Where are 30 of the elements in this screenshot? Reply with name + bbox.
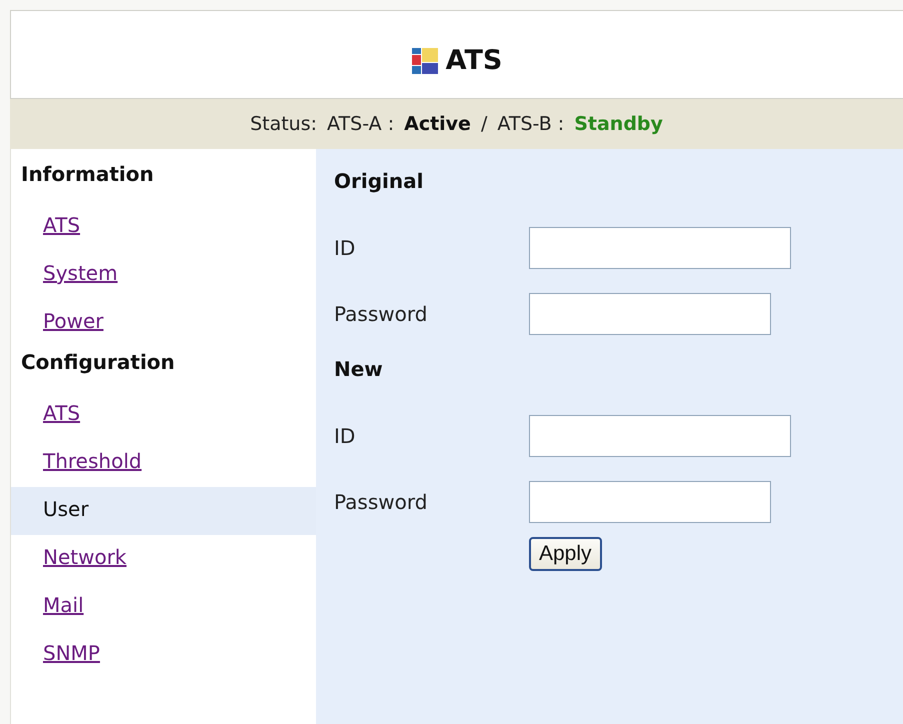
status-label: Status: (250, 113, 318, 135)
nav-link[interactable]: Network (11, 535, 316, 583)
section-heading: Configuration (20, 349, 176, 376)
field-label: Password (334, 490, 428, 514)
nav-link[interactable]: Threshold (11, 439, 316, 487)
nav-link[interactable]: User (11, 487, 316, 535)
unit-name: ATS-A : (327, 113, 394, 135)
unit-state: Active (404, 113, 471, 135)
logo-icon (412, 48, 438, 74)
section-heading: Information (20, 161, 155, 188)
input-field[interactable] (529, 481, 771, 523)
nav-link[interactable]: ATS (11, 203, 316, 251)
apply-button[interactable]: Apply (529, 537, 602, 571)
unit-state: Standby (574, 113, 663, 135)
form-heading: Original (334, 169, 424, 195)
field-label: ID (334, 424, 356, 448)
field-label: Password (334, 302, 428, 326)
unit-name: ATS-B : (497, 113, 564, 135)
nav-link[interactable]: Power (11, 299, 316, 347)
app-title: ATS (446, 45, 502, 76)
input-field[interactable] (529, 293, 771, 335)
nav-link[interactable]: ATS (11, 391, 316, 439)
input-field[interactable] (529, 415, 791, 457)
status-divider: / (480, 113, 488, 135)
input-field[interactable] (529, 227, 791, 269)
form-heading: New (334, 357, 384, 383)
nav-link[interactable]: Mail (11, 583, 316, 631)
nav-link[interactable]: SNMP (11, 631, 316, 679)
nav-link[interactable]: System (11, 251, 316, 299)
field-label: ID (334, 236, 356, 260)
